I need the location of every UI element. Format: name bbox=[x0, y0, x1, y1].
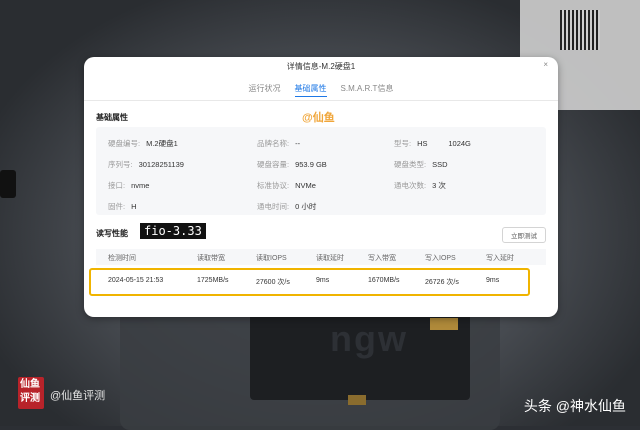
performance-table: 检测时间 读取带宽 读取IOPS 读取延时 写入带宽 写入IOPS 写入延时 bbox=[96, 249, 546, 265]
cell-write-iops: 26726 次/s bbox=[425, 279, 459, 286]
cell-write-latency: 9ms bbox=[486, 277, 500, 284]
close-icon[interactable]: × bbox=[543, 60, 548, 69]
column-header: 检测时间 bbox=[108, 255, 136, 262]
field-interface: 接口: nvme bbox=[108, 181, 150, 190]
field-disk-type: 硬盘类型: SSD bbox=[394, 160, 448, 169]
tab-bar: 运行状况 基础属性 S.M.A.R.T信息 bbox=[84, 83, 558, 97]
column-header: 写入延时 bbox=[486, 255, 514, 262]
section-title-performance: 读写性能 bbox=[96, 229, 128, 238]
dialog-title: 详情信息-M.2硬盘1 bbox=[286, 62, 356, 71]
cell-test-time: 2024-05-15 21:53 bbox=[108, 277, 164, 284]
section-title-basic: 基础属性 bbox=[96, 113, 128, 122]
column-header: 读取IOPS bbox=[256, 255, 287, 262]
cell-read-bandwidth: 1725MB/s bbox=[197, 277, 229, 284]
disk-detail-dialog: 详情信息-M.2硬盘1 × 运行状况 基础属性 S.M.A.R.T信息 基础属性… bbox=[84, 57, 558, 317]
author-watermark: @仙鱼 bbox=[302, 112, 335, 124]
field-disk-id: 硬盘编号: M.2硬盘1 bbox=[108, 139, 178, 148]
gold-pad bbox=[430, 318, 458, 330]
field-power-on-hours: 通电时间: 0 小时 bbox=[257, 202, 317, 211]
table-row[interactable]: 2024-05-15 21:53 1725MB/s 27600 次/s 9ms … bbox=[89, 268, 530, 296]
basic-properties-panel: 硬盘编号: M.2硬盘1 品牌名称: -- 型号: HS 1024G 序列号: 3012… bbox=[96, 127, 546, 215]
column-header: 写入IOPS bbox=[425, 255, 456, 262]
ssd-board-label: ngw bbox=[330, 318, 408, 359]
field-protocol: 标准协议: NVMe bbox=[257, 181, 316, 190]
cell-read-iops: 27600 次/s bbox=[256, 279, 290, 286]
gold-pad bbox=[348, 395, 366, 405]
device-slot bbox=[0, 170, 16, 198]
cell-write-bandwidth: 1670MB/s bbox=[368, 277, 400, 284]
cell-read-latency: 9ms bbox=[316, 277, 330, 284]
source-attribution: 头条 @神水仙鱼 bbox=[523, 398, 626, 414]
field-power-cycles: 通电次数: 3 次 bbox=[394, 181, 446, 190]
tab-health[interactable]: 运行状况 bbox=[249, 83, 281, 97]
field-firmware: 固件: H bbox=[108, 202, 137, 211]
field-capacity: 硬盘容量: 953.9 GB bbox=[257, 160, 327, 169]
divider bbox=[84, 100, 558, 101]
column-header: 写入带宽 bbox=[368, 255, 396, 262]
brand-logo-text: 仙鱼评测 bbox=[20, 379, 40, 404]
brand-watermark: @仙鱼评测 bbox=[50, 390, 106, 402]
tab-smart[interactable]: S.M.A.R.T信息 bbox=[341, 83, 394, 97]
column-header: 读取延时 bbox=[316, 255, 344, 262]
tab-basic-properties[interactable]: 基础属性 bbox=[294, 83, 327, 97]
barcode-icon bbox=[560, 10, 600, 50]
fio-version-overlay: fio-3.33 bbox=[140, 223, 206, 239]
field-brand: 品牌名称: -- bbox=[257, 139, 301, 148]
run-test-button[interactable]: 立即测试 bbox=[502, 227, 546, 243]
table-header: 检测时间 读取带宽 读取IOPS 读取延时 写入带宽 写入IOPS 写入延时 bbox=[96, 249, 546, 265]
brand-logo: 仙鱼评测 bbox=[18, 377, 44, 409]
column-header: 读取带宽 bbox=[197, 255, 225, 262]
field-serial: 序列号: 30128251139 bbox=[108, 160, 184, 169]
field-model: 型号: HS 1024G bbox=[394, 139, 471, 148]
